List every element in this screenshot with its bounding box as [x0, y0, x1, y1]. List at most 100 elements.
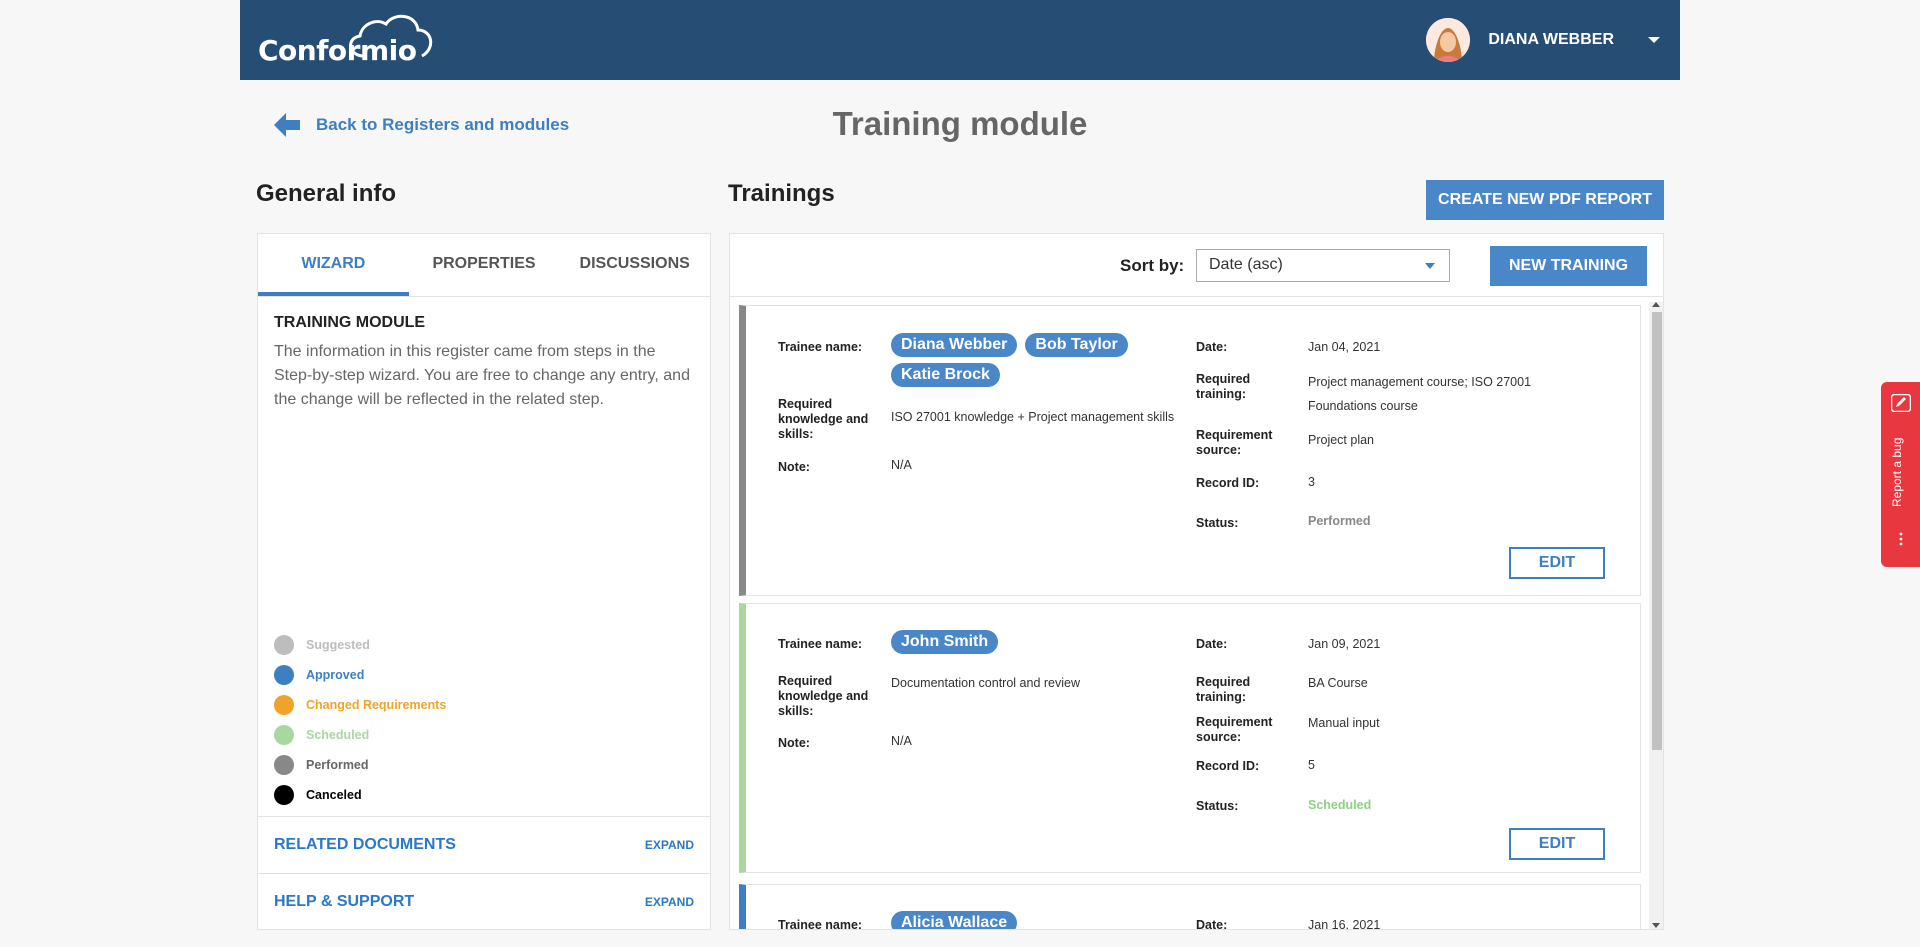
conformio-logo[interactable]: Conformio: [256, 10, 436, 70]
note-label: Note:: [778, 736, 810, 750]
note-value: N/A: [891, 458, 912, 472]
requirement-source-value: Project plan: [1308, 433, 1375, 447]
status-label: Status:: [1196, 516, 1239, 530]
new-training-button[interactable]: NEW TRAINING: [1490, 246, 1647, 286]
training-card: Trainee name: Diana Webber Bob Taylor Ka…: [739, 305, 1641, 596]
required-training-label: Required training:: [1196, 372, 1251, 401]
training-card: Trainee name: Alicia Wallace Date: Jan 1…: [739, 884, 1641, 930]
status-legend: Suggested Approved Changed Requirements …: [274, 630, 446, 810]
legend-label: Suggested: [306, 638, 370, 652]
trainings-panel: Sort by: Date (asc) NEW TRAINING Trainee…: [729, 233, 1664, 930]
trainee-chip[interactable]: Katie Brock: [891, 363, 1000, 387]
user-menu[interactable]: DIANA WEBBER: [1426, 16, 1660, 64]
trainee-chips: John Smith: [891, 630, 1191, 654]
requirement-source-label: Requirement source:: [1196, 428, 1273, 457]
general-info-heading: General info: [256, 180, 397, 207]
trainings-heading: Trainings: [728, 180, 835, 207]
legend-item: Performed: [274, 750, 446, 780]
tab-bar: WIZARD PROPERTIES DISCUSSIONS: [258, 234, 710, 297]
tab-properties[interactable]: PROPERTIES: [409, 234, 560, 296]
legend-label: Approved: [306, 668, 365, 682]
report-bug-tab[interactable]: Report a bug: [1881, 382, 1920, 567]
note-value: N/A: [891, 734, 912, 748]
legend-label: Changed Requirements: [306, 698, 447, 712]
module-description: The information in this register came fr…: [274, 343, 690, 408]
accordion-title: RELATED DOCUMENTS: [274, 835, 456, 853]
create-pdf-report-button[interactable]: CREATE NEW PDF REPORT: [1426, 180, 1664, 220]
required-training-value: Project management course; ISO 27001 Fou…: [1308, 375, 1532, 413]
trainee-chips: Alicia Wallace: [891, 911, 1191, 929]
date-label: Date:: [1196, 340, 1228, 354]
help-support-accordion[interactable]: HELP & SUPPORT EXPAND: [258, 873, 710, 929]
date-value: Jan 04, 2021: [1308, 340, 1381, 354]
required-training-label: Required training:: [1196, 675, 1251, 704]
legend-item: Canceled: [274, 780, 446, 810]
knowledge-label: Required knowledge and skills:: [778, 397, 869, 441]
top-bar: Conformio DIANA WEBBER: [240, 0, 1680, 80]
sort-value: Date (asc): [1209, 256, 1283, 273]
scroll-down-icon[interactable]: [1652, 923, 1660, 928]
edit-button[interactable]: EDIT: [1509, 547, 1605, 579]
expand-link[interactable]: EXPAND: [645, 895, 694, 909]
status-dot-icon: [274, 755, 294, 775]
trainee-label: Trainee name:: [778, 637, 863, 651]
sort-bar: Sort by: Date (asc) NEW TRAINING: [730, 234, 1663, 297]
knowledge-label: Required knowledge and skills:: [778, 674, 869, 718]
trainee-label: Trainee name:: [778, 918, 863, 930]
scrollbar[interactable]: [1649, 302, 1663, 929]
trainee-chip[interactable]: Alicia Wallace: [891, 911, 1018, 929]
status-dot-icon: [274, 695, 294, 715]
trainee-chip[interactable]: Bob Taylor: [1025, 333, 1128, 357]
trainee-chips: Diana Webber Bob Taylor Katie Brock: [891, 333, 1191, 387]
requirement-source-value: Manual input: [1308, 716, 1380, 730]
trainee-chip[interactable]: John Smith: [891, 630, 999, 654]
expand-link[interactable]: EXPAND: [645, 838, 694, 852]
training-card: Trainee name: John Smith Required knowle…: [739, 603, 1641, 873]
legend-item: Approved: [274, 660, 446, 690]
scroll-up-icon[interactable]: [1652, 302, 1660, 307]
sort-label: Sort by:: [1120, 256, 1185, 275]
note-label: Note:: [778, 460, 810, 474]
more-dots-icon: [1899, 532, 1903, 546]
report-bug-label: Report a bug: [1890, 437, 1904, 507]
status-value: Scheduled: [1308, 798, 1372, 812]
record-id-value: 5: [1308, 758, 1315, 772]
edit-button[interactable]: EDIT: [1509, 828, 1605, 860]
knowledge-value: Documentation control and review: [891, 676, 1080, 690]
status-dot-icon: [274, 785, 294, 805]
tab-wizard[interactable]: WIZARD: [258, 234, 409, 296]
date-value: Jan 09, 2021: [1308, 637, 1381, 651]
page-title: Training module: [832, 105, 1088, 142]
status-label: Status:: [1196, 799, 1239, 813]
legend-item: Suggested: [274, 630, 446, 660]
status-dot-icon: [274, 665, 294, 685]
legend-label: Canceled: [306, 788, 362, 802]
legend-item: Changed Requirements: [274, 690, 446, 720]
accordion-title: HELP & SUPPORT: [274, 892, 415, 910]
knowledge-value: ISO 27001 knowledge + Project management…: [891, 410, 1175, 424]
pencil-icon: [1891, 394, 1911, 412]
user-avatar: [1426, 18, 1471, 62]
tab-discussions[interactable]: DISCUSSIONS: [559, 234, 710, 296]
general-info-panel: WIZARD PROPERTIES DISCUSSIONS TRAINING M…: [257, 233, 711, 930]
related-documents-accordion[interactable]: RELATED DOCUMENTS EXPAND: [258, 816, 710, 872]
legend-item: Scheduled: [274, 720, 446, 750]
user-name: DIANA WEBBER: [1488, 31, 1614, 48]
date-value: Jan 16, 2021: [1308, 918, 1381, 930]
record-id-label: Record ID:: [1196, 759, 1260, 773]
trainee-chip[interactable]: Diana Webber: [891, 333, 1018, 357]
legend-label: Performed: [306, 758, 369, 772]
chevron-down-icon: [1425, 263, 1435, 269]
sort-select[interactable]: Date (asc): [1196, 249, 1450, 282]
chevron-down-icon[interactable]: [1648, 37, 1660, 43]
trainee-label: Trainee name:: [778, 340, 863, 354]
record-id-label: Record ID:: [1196, 476, 1260, 490]
status-dot-icon: [274, 635, 294, 655]
required-training-value: BA Course: [1308, 676, 1368, 690]
status-dot-icon: [274, 725, 294, 745]
legend-label: Scheduled: [306, 728, 370, 742]
record-id-value: 3: [1308, 475, 1315, 489]
scrollbar-thumb[interactable]: [1652, 312, 1662, 750]
status-value: Performed: [1308, 514, 1371, 528]
requirement-source-label: Requirement source:: [1196, 715, 1273, 744]
